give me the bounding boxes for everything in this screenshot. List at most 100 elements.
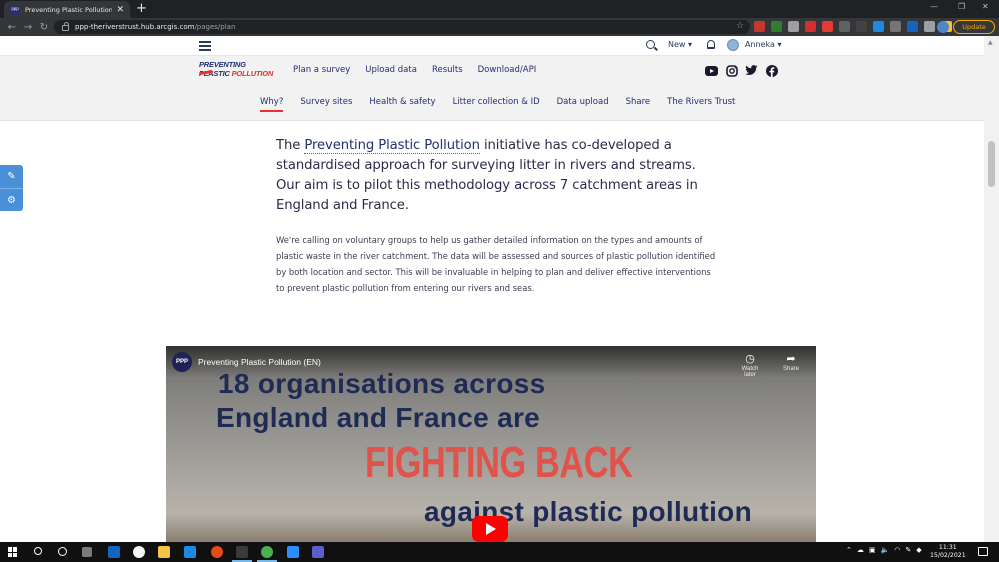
extension-icon[interactable] <box>805 21 816 32</box>
extension-icon[interactable] <box>873 21 884 32</box>
file-explorer-icon[interactable] <box>158 546 170 558</box>
nav-plan-a-survey[interactable]: Plan a survey <box>293 65 350 75</box>
customize-icon[interactable]: ⚙ <box>0 188 23 211</box>
nav-upload-data[interactable]: Upload data <box>365 65 417 75</box>
profile-avatar[interactable] <box>937 21 949 33</box>
video-title[interactable]: Preventing Plastic Pollution (EN) <box>198 357 321 367</box>
main-content: The Preventing Plastic Pollution initiat… <box>276 136 716 296</box>
minimize-icon[interactable]: — <box>930 2 938 11</box>
reload-icon[interactable]: ↻ <box>36 22 52 33</box>
youtube-icon[interactable] <box>705 64 718 77</box>
volume-icon[interactable]: 🔈 <box>881 546 890 554</box>
site-logo[interactable]: PREVENTING PLASTIC POLLUTION <box>198 60 285 81</box>
channel-avatar[interactable]: PPP <box>172 352 192 372</box>
subnav-litter-collection[interactable]: Litter collection & ID <box>453 97 540 107</box>
app-icon[interactable] <box>184 546 196 558</box>
bookmark-star-icon[interactable]: ☆ <box>736 21 744 31</box>
main-nav: Plan a survey Upload data Results Downlo… <box>293 65 536 75</box>
user-avatar[interactable] <box>727 39 739 51</box>
chrome-icon[interactable] <box>261 546 273 558</box>
extension-icon[interactable] <box>771 21 782 32</box>
share-arrow-icon: ➦ <box>786 352 796 365</box>
taskbar-search-icon[interactable] <box>34 547 42 555</box>
social-links <box>705 64 778 77</box>
search-icon[interactable] <box>646 40 655 49</box>
puzzle-icon[interactable] <box>924 21 935 32</box>
extensions-row <box>754 21 952 32</box>
watch-later-button[interactable]: ◷ Watch later <box>735 352 765 378</box>
subnav-survey-sites[interactable]: Survey sites <box>300 97 352 107</box>
restore-icon[interactable]: ❐ <box>958 2 965 11</box>
tray-chevron-icon[interactable]: ⌃ <box>846 546 852 554</box>
play-button[interactable] <box>472 516 508 542</box>
twitter-icon[interactable] <box>745 64 758 77</box>
teams-icon[interactable] <box>312 546 324 558</box>
update-button[interactable]: Update <box>953 20 995 34</box>
extension-icon[interactable] <box>788 21 799 32</box>
browser-tab[interactable]: PPP Preventing Plastic Pollution – Pla ✕ <box>4 1 130 18</box>
extension-icon[interactable] <box>907 21 918 32</box>
cortana-icon[interactable] <box>58 547 67 556</box>
subnav-why[interactable]: Why? <box>260 97 284 112</box>
tab-favicon: PPP <box>10 4 20 15</box>
subnav-rivers-trust[interactable]: The Rivers Trust <box>667 97 735 107</box>
browser-toolbar: ← → ↻ ppp-theriverstrust.hub.arcgis.com /… <box>0 18 999 36</box>
tab-close-icon[interactable]: ✕ <box>116 5 124 15</box>
nav-download-api[interactable]: Download/API <box>478 65 537 75</box>
page-scrollbar[interactable]: ▲ <box>984 36 999 542</box>
address-bar[interactable]: ppp-theriverstrust.hub.arcgis.com/pages/… <box>54 20 750 34</box>
scroll-up-icon[interactable]: ▲ <box>988 39 993 46</box>
task-view-icon[interactable] <box>82 547 92 557</box>
edit-pencil-icon[interactable]: ✎ <box>0 165 23 188</box>
subnav-health-safety[interactable]: Health & safety <box>369 97 435 107</box>
clock-icon: ◷ <box>745 352 755 365</box>
nav-results[interactable]: Results <box>432 65 463 75</box>
video-embed[interactable]: 18 organisations across England and Fran… <box>166 346 816 542</box>
window-close-icon[interactable]: ✕ <box>982 2 989 11</box>
notification-center-icon[interactable] <box>978 547 988 556</box>
system-tray: ⌃ ☁ ▣ 🔈 ◠ ✎ ◆ <box>846 546 922 554</box>
extension-icon[interactable] <box>822 21 833 32</box>
user-menu[interactable]: Anneka ▾ <box>745 40 782 49</box>
windows-taskbar: ⌃ ☁ ▣ 🔈 ◠ ✎ ◆ 11:31 15/02/2021 <box>0 542 999 562</box>
logo-line1: PREVENTING <box>199 60 246 69</box>
body-paragraph: We're calling on voluntary groups to hel… <box>276 235 716 293</box>
instagram-icon[interactable] <box>725 64 738 77</box>
sub-nav: Why? Survey sites Health & safety Litter… <box>0 92 984 120</box>
zoom-icon[interactable] <box>287 546 299 558</box>
share-button[interactable]: ➦ Share <box>776 352 806 372</box>
slack-icon[interactable] <box>133 546 145 558</box>
ppp-initiative-link[interactable]: Preventing Plastic Pollution <box>304 138 480 154</box>
share-label: Share <box>782 366 799 372</box>
scroll-thumb[interactable] <box>988 141 995 187</box>
lead-text-before: The <box>276 138 305 153</box>
taskbar-clock[interactable]: 11:31 15/02/2021 <box>930 544 966 560</box>
new-tab-icon[interactable]: + <box>136 1 147 16</box>
sub-nav-items: Why? Survey sites Health & safety Litter… <box>260 97 735 112</box>
wifi-icon[interactable]: ◠ <box>894 546 900 554</box>
extension-icon[interactable] <box>754 21 765 32</box>
forward-icon[interactable]: → <box>20 22 36 33</box>
notifications-bell-icon[interactable] <box>707 40 715 49</box>
back-icon[interactable]: ← <box>4 22 20 33</box>
tray-app-icon[interactable]: ▣ <box>869 546 876 554</box>
new-dropdown[interactable]: New ▾ <box>668 40 692 49</box>
side-widget: ✎ ⚙ <box>0 165 23 211</box>
onedrive-icon[interactable]: ☁ <box>857 546 864 554</box>
pen-icon[interactable]: ✎ <box>905 546 911 554</box>
extension-icon[interactable] <box>890 21 901 32</box>
lock-icon[interactable] <box>62 22 69 31</box>
arcgis-icon[interactable] <box>236 546 248 558</box>
windows-start-icon[interactable] <box>8 547 18 557</box>
facebook-icon[interactable] <box>765 64 778 77</box>
extension-icon[interactable] <box>839 21 850 32</box>
app-icon[interactable] <box>211 546 223 558</box>
dropbox-tray-icon[interactable]: ◆ <box>916 546 921 554</box>
subnav-share[interactable]: Share <box>626 97 651 107</box>
site-header: New ▾ Anneka ▾ PREVENTING PLASTIC POLLUT… <box>0 36 984 121</box>
subnav-data-upload[interactable]: Data upload <box>557 97 609 107</box>
outlook-icon[interactable] <box>108 546 120 558</box>
extension-icon[interactable] <box>856 21 867 32</box>
menu-icon[interactable] <box>199 41 211 51</box>
watch-later-label: Watch later <box>741 366 759 378</box>
